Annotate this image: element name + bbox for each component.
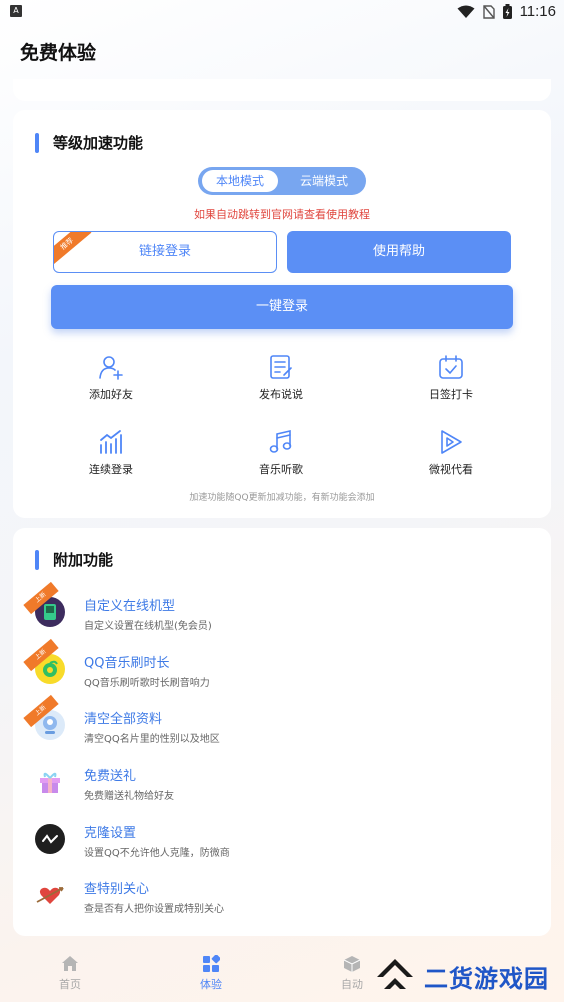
extra-section-card: 附加功能 上新 自定义在线机型 自定义设置在线机型(免会员) 上新 QQ音乐刷时… (13, 528, 551, 936)
battery-charging-icon (502, 4, 512, 19)
extra-item-clone-setting[interactable]: 克隆设置 设置QQ不允许他人克隆，防微商 (13, 816, 551, 866)
redirect-notice: 如果自动跳转到官网请查看使用教程 (194, 208, 370, 221)
nav-experience-label: 体验 (200, 978, 222, 991)
mode-option-local[interactable]: 本地模式 (202, 170, 278, 192)
feature-label: 添加好友 (89, 388, 133, 401)
feature-label: 音乐听歌 (259, 463, 303, 476)
one-key-login-button[interactable]: 一键登录 (51, 285, 513, 329)
calendar-check-icon (401, 354, 501, 380)
extra-item-desc: 设置QQ不允许他人克隆，防微商 (84, 848, 230, 859)
home-icon (35, 955, 105, 972)
extra-item-clear-profile[interactable]: 上新 清空全部资料 清空QQ名片里的性别以及地区 (13, 694, 551, 752)
extra-item-title: 自定义在线机型 (84, 599, 176, 614)
accel-section-title: 等级加速功能 (35, 132, 143, 153)
accel-section-card: 等级加速功能 本地模式 云端模式 如果自动跳转到官网请查看使用教程 推荐 链接登… (13, 110, 551, 518)
extra-item-desc: QQ音乐刷听歌时长刷音响力 (84, 678, 210, 689)
extra-item-desc: 查是否有人把你设置成特别关心 (84, 904, 224, 915)
extra-item-custom-model[interactable]: 上新 自定义在线机型 自定义设置在线机型(免会员) (13, 581, 551, 639)
nav-auto-label: 自动 (341, 978, 363, 991)
heart-arrow-icon (35, 880, 65, 910)
app-notification-icon: A (10, 5, 22, 17)
feature-weishi-watch[interactable]: 微视代看 (401, 429, 501, 477)
recommend-ribbon: 推荐 (54, 232, 92, 267)
status-indicators: 11:16 (457, 3, 556, 20)
feature-label: 微视代看 (429, 463, 473, 476)
accel-section-title-text: 等级加速功能 (53, 134, 144, 152)
section-title-bar (35, 132, 39, 153)
clock: 11:16 (519, 3, 556, 20)
add-friend-icon (61, 354, 161, 380)
grid-icon (176, 955, 246, 972)
extra-item-title: 克隆设置 (84, 826, 137, 841)
extra-item-qq-music[interactable]: 上新 QQ音乐刷时长 QQ音乐刷听歌时长刷音响力 (13, 638, 551, 696)
extra-item-desc: 免费赠送礼物给好友 (84, 791, 174, 802)
extra-item-title: QQ音乐刷时长 (84, 656, 170, 671)
gift-icon (35, 767, 65, 797)
extra-section-title: 附加功能 (35, 549, 113, 570)
nav-experience[interactable]: 体验 (176, 955, 246, 992)
play-video-icon (401, 429, 501, 455)
extra-item-title: 清空全部资料 (84, 712, 163, 727)
music-note-icon (231, 429, 331, 455)
extra-item-title: 免费送礼 (84, 769, 137, 784)
accel-footnote: 加速功能随QQ更新加减功能，有新功能会添加 (189, 493, 375, 503)
wifi-icon (457, 5, 475, 19)
link-login-label: 链接登录 (138, 244, 191, 259)
page-title: 免费体验 (20, 42, 97, 64)
status-bar: A 11:16 (0, 0, 564, 24)
feature-music[interactable]: 音乐听歌 (231, 429, 331, 477)
nav-home[interactable]: 首页 (35, 955, 105, 992)
feature-label: 发布说说 (259, 388, 303, 401)
feature-label: 日签打卡 (429, 388, 473, 401)
help-button[interactable]: 使用帮助 (287, 231, 511, 273)
feature-post-note[interactable]: 发布说说 (231, 354, 331, 402)
bar-chart-icon (61, 429, 161, 455)
feature-add-friend[interactable]: 添加好友 (61, 354, 161, 402)
clone-icon (35, 824, 65, 854)
post-note-icon (231, 354, 331, 380)
watermark-text: 二货游戏园 (424, 964, 549, 993)
feature-label: 连续登录 (89, 463, 133, 476)
mode-toggle: 本地模式 云端模式 (198, 167, 366, 195)
feature-continuous-login[interactable]: 连续登录 (61, 429, 161, 477)
extra-item-desc: 清空QQ名片里的性别以及地区 (84, 734, 220, 745)
feature-daily-checkin[interactable]: 日签打卡 (401, 354, 501, 402)
section-title-bar (35, 549, 39, 570)
extra-section-title-text: 附加功能 (53, 551, 114, 569)
watermark-logo-icon (374, 955, 416, 997)
link-login-button[interactable]: 推荐 链接登录 (53, 231, 277, 273)
no-sim-icon (482, 4, 495, 19)
extra-item-desc: 自定义设置在线机型(免会员) (84, 621, 212, 632)
mode-option-cloud[interactable]: 云端模式 (286, 170, 362, 192)
previous-card-bottom (13, 79, 551, 101)
watermark: 二货游戏园 (374, 955, 549, 997)
extra-item-free-gift[interactable]: 免费送礼 免费赠送礼物给好友 (13, 759, 551, 809)
extra-item-special-care[interactable]: 查特别关心 查是否有人把你设置成特别关心 (13, 872, 551, 922)
nav-home-label: 首页 (59, 978, 81, 991)
extra-item-title: 查特别关心 (84, 882, 150, 897)
